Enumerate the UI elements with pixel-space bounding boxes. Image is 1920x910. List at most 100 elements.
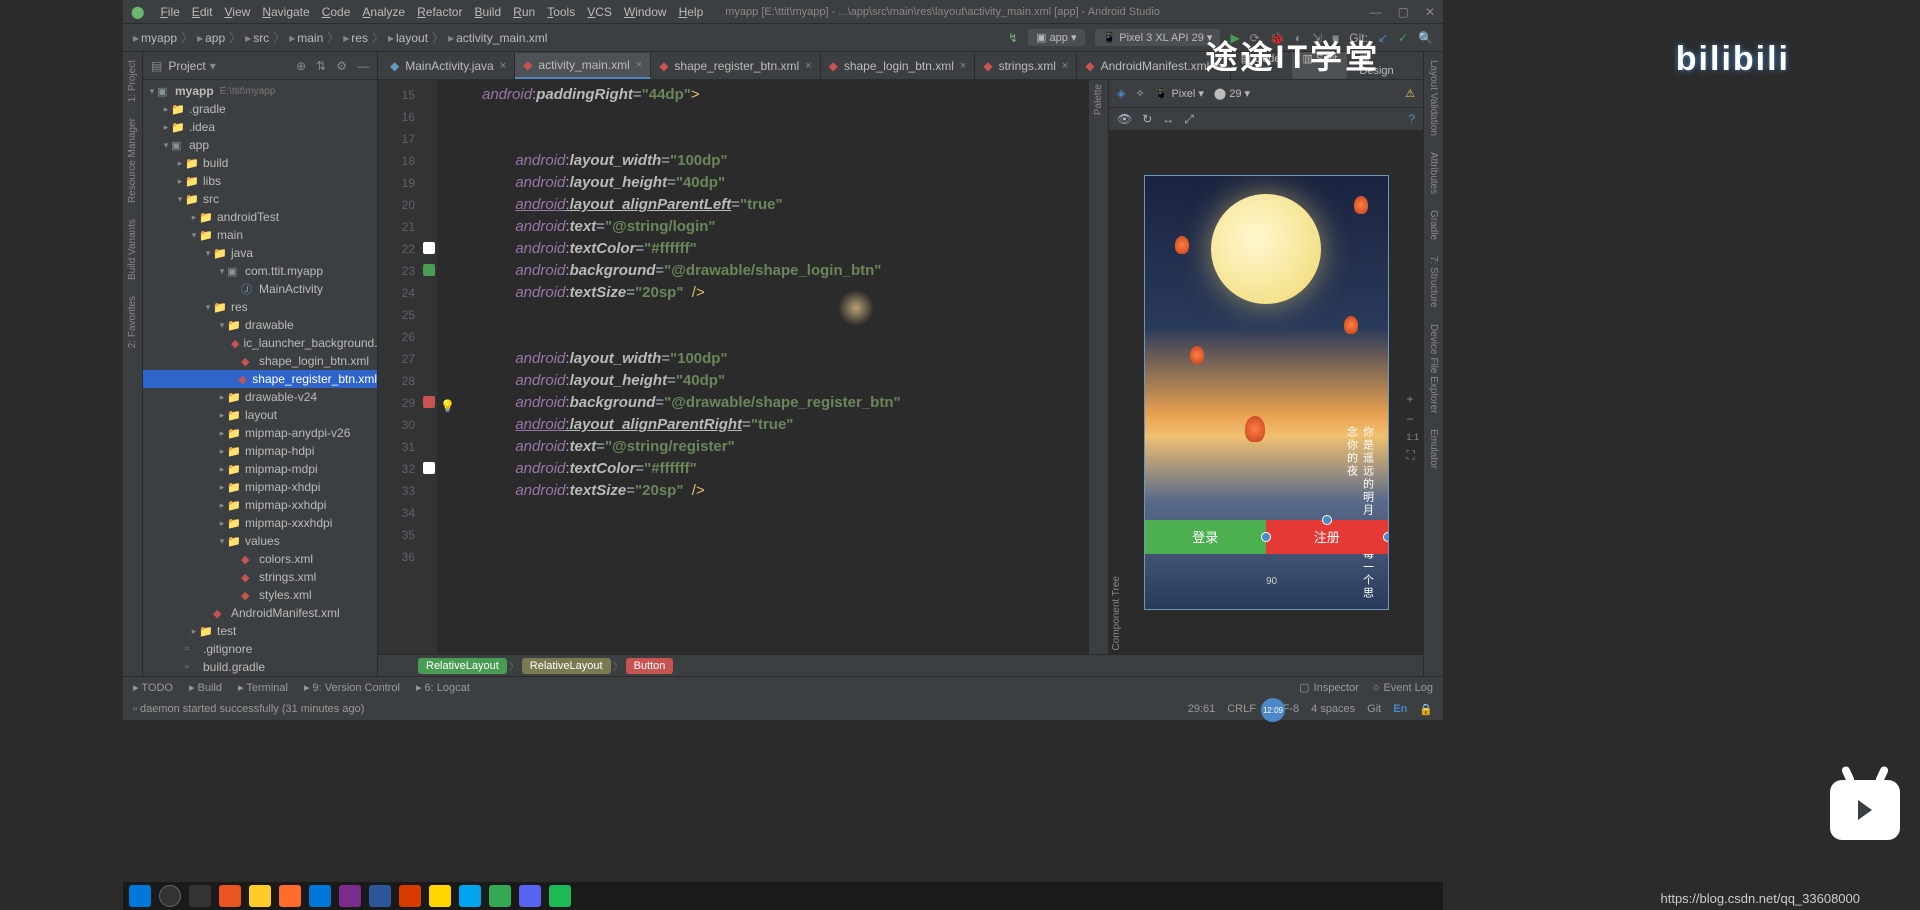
tree-item[interactable]: ▸📁.idea [143,118,377,136]
resize-icon[interactable]: ↔ [1162,112,1174,126]
tree-item[interactable]: ▾📁drawable [143,316,377,334]
app-icon[interactable] [549,885,571,907]
close-tab-icon[interactable]: × [1215,60,1221,72]
windows-taskbar[interactable] [123,882,1443,910]
crumb-myapp[interactable]: myapp [141,31,177,45]
zoom-controls[interactable]: + − 1:1 ⛶ [1406,392,1419,463]
tree-item[interactable]: ▸📁libs [143,172,377,190]
split-view-button[interactable]: ▥ Split [1292,52,1347,79]
profiler-icon[interactable]: ◐ [1295,31,1302,45]
tree-item[interactable]: ▾📁res [143,298,377,316]
search-icon[interactable]: 🔍 [1418,31,1433,45]
menu-refactor[interactable]: Refactor [411,3,468,21]
tree-item[interactable]: ▸📁layout [143,406,377,424]
eye-icon[interactable]: 👁 [1117,112,1132,126]
event-log-button[interactable]: ○ Event Log [1373,681,1433,694]
tree-item[interactable]: ◆styles.xml [143,586,377,604]
caret-position[interactable]: 29:61 [1188,703,1216,716]
code-view-button[interactable]: ▤ Code [1231,52,1291,79]
tree-item[interactable]: ◆AndroidManifest.xml [143,604,377,622]
crumb-app[interactable]: app [205,31,225,45]
app-icon[interactable] [429,885,451,907]
editor-tab[interactable]: ◆activity_main.xml× [515,53,651,79]
editor-tab[interactable]: ◆AndroidManifest.xml× [1077,53,1230,79]
menu-edit[interactable]: Edit [186,3,219,21]
hide-icon[interactable]: — [357,59,369,73]
tool-emulator[interactable]: Emulator [1428,425,1439,473]
close-tab-icon[interactable]: × [500,60,506,72]
tree-item[interactable]: ▸📁build [143,154,377,172]
run-icon[interactable]: ▶ [1230,31,1239,45]
apply-changes-icon[interactable]: ⟳ [1250,31,1260,45]
editor-gutter[interactable]: 151617181920212223242526272829💡303132333… [378,80,438,654]
indent-label[interactable]: 4 spaces [1311,703,1355,716]
tree-item[interactable]: ▾▣com.ttit.myapp [143,262,377,280]
palette-strip[interactable]: Palette [1088,80,1108,654]
app-icon[interactable] [339,885,361,907]
tree-item[interactable]: ▸📁androidTest [143,208,377,226]
dropdown-icon[interactable]: ▾ [210,59,216,73]
tool-gradle[interactable]: Gradle [1428,206,1439,244]
fullscreen-icon[interactable]: ⛶ [1406,448,1419,463]
tree-item[interactable]: ▾📁values [143,532,377,550]
taskview-icon[interactable] [189,885,211,907]
pan-icon[interactable]: ◈ [1117,87,1125,100]
cortana-icon[interactable] [159,885,181,907]
app-icon[interactable] [399,885,421,907]
tree-item[interactable]: ▸📁mipmap-hdpi [143,442,377,460]
menu-window[interactable]: Window [618,3,673,21]
crumb-main[interactable]: main [297,31,323,45]
rotate-icon[interactable]: ↻ [1142,112,1152,126]
breadcrumb[interactable]: ▸myapp〉▸app〉▸src〉▸main〉▸res〉▸layout〉▸act… [133,29,547,46]
vcs-commit-icon[interactable]: ✓ [1398,31,1408,45]
menu-code[interactable]: Code [316,3,357,21]
help-icon[interactable]: ? [1408,112,1415,126]
close-tab-icon[interactable]: × [960,60,966,72]
wand-icon[interactable]: ✧ [1135,87,1144,100]
settings-icon[interactable]: ⚙ [336,59,347,73]
component-tree-label[interactable]: Component Tree [1111,576,1122,651]
close-tab-icon[interactable]: × [636,59,642,71]
app-icon[interactable] [489,885,511,907]
warning-icon[interactable]: ⚠ [1405,87,1415,100]
login-button-preview[interactable]: 登录 [1145,520,1267,554]
crumb-res[interactable]: res [351,31,368,45]
menu-vcs[interactable]: VCS [581,3,618,21]
menu-build[interactable]: Build [468,3,507,21]
device-frame-icon[interactable]: 📱 Pixel ▾ [1155,87,1204,100]
app-icon[interactable] [459,885,481,907]
minimize-icon[interactable]: — [1370,5,1382,19]
crumb-src[interactable]: src [253,31,269,45]
crumb-layout[interactable]: layout [396,31,428,45]
project-view-icon[interactable]: ▤ [151,59,162,73]
tree-item[interactable]: ▸📁test [143,622,377,640]
menu-help[interactable]: Help [673,3,710,21]
debug-icon[interactable]: 🐞 [1270,31,1285,45]
bottom-tab[interactable]: ▸ Terminal [238,681,288,694]
tree-item[interactable]: ▫.gitignore [143,640,377,658]
lock-icon[interactable]: 🔒 [1419,703,1433,716]
layout-preview[interactable]: 你是遥远的明月 挂在每一个思念你的夜 登录 注册 90 [1109,130,1423,654]
tree-item[interactable]: ◆strings.xml [143,568,377,586]
run-config-selector[interactable]: ▣ app ▾ [1028,29,1084,46]
tree-item[interactable]: ▸📁mipmap-xhdpi [143,478,377,496]
select-opened-file-icon[interactable]: ⊕ [296,59,306,73]
tree-item[interactable]: ▸📁mipmap-xxxhdpi [143,514,377,532]
stop-icon[interactable]: ■ [1332,31,1339,45]
tool-1--project[interactable]: 1: Project [127,56,138,106]
tree-item[interactable]: ◆colors.xml [143,550,377,568]
tree-item[interactable]: ▾📁java [143,244,377,262]
close-tab-icon[interactable]: × [805,60,811,72]
tree-item[interactable]: ▫build.gradle [143,658,377,676]
menu-run[interactable]: Run [507,3,541,21]
tree-item[interactable]: ◆shape_login_btn.xml [143,352,377,370]
zoom-out-icon[interactable]: − [1406,412,1419,426]
menu-navigate[interactable]: Navigate [256,3,315,21]
expand-all-icon[interactable]: ⇅ [316,59,326,73]
editor-tab[interactable]: ◆strings.xml× [975,53,1077,79]
code-crumb[interactable]: RelativeLayout [522,658,611,674]
tree-item[interactable]: ▸📁mipmap-mdpi [143,460,377,478]
code-crumb[interactable]: RelativeLayout [418,658,507,674]
ime-indicator[interactable]: En [1393,703,1407,716]
git-branch[interactable]: Git [1367,703,1381,716]
